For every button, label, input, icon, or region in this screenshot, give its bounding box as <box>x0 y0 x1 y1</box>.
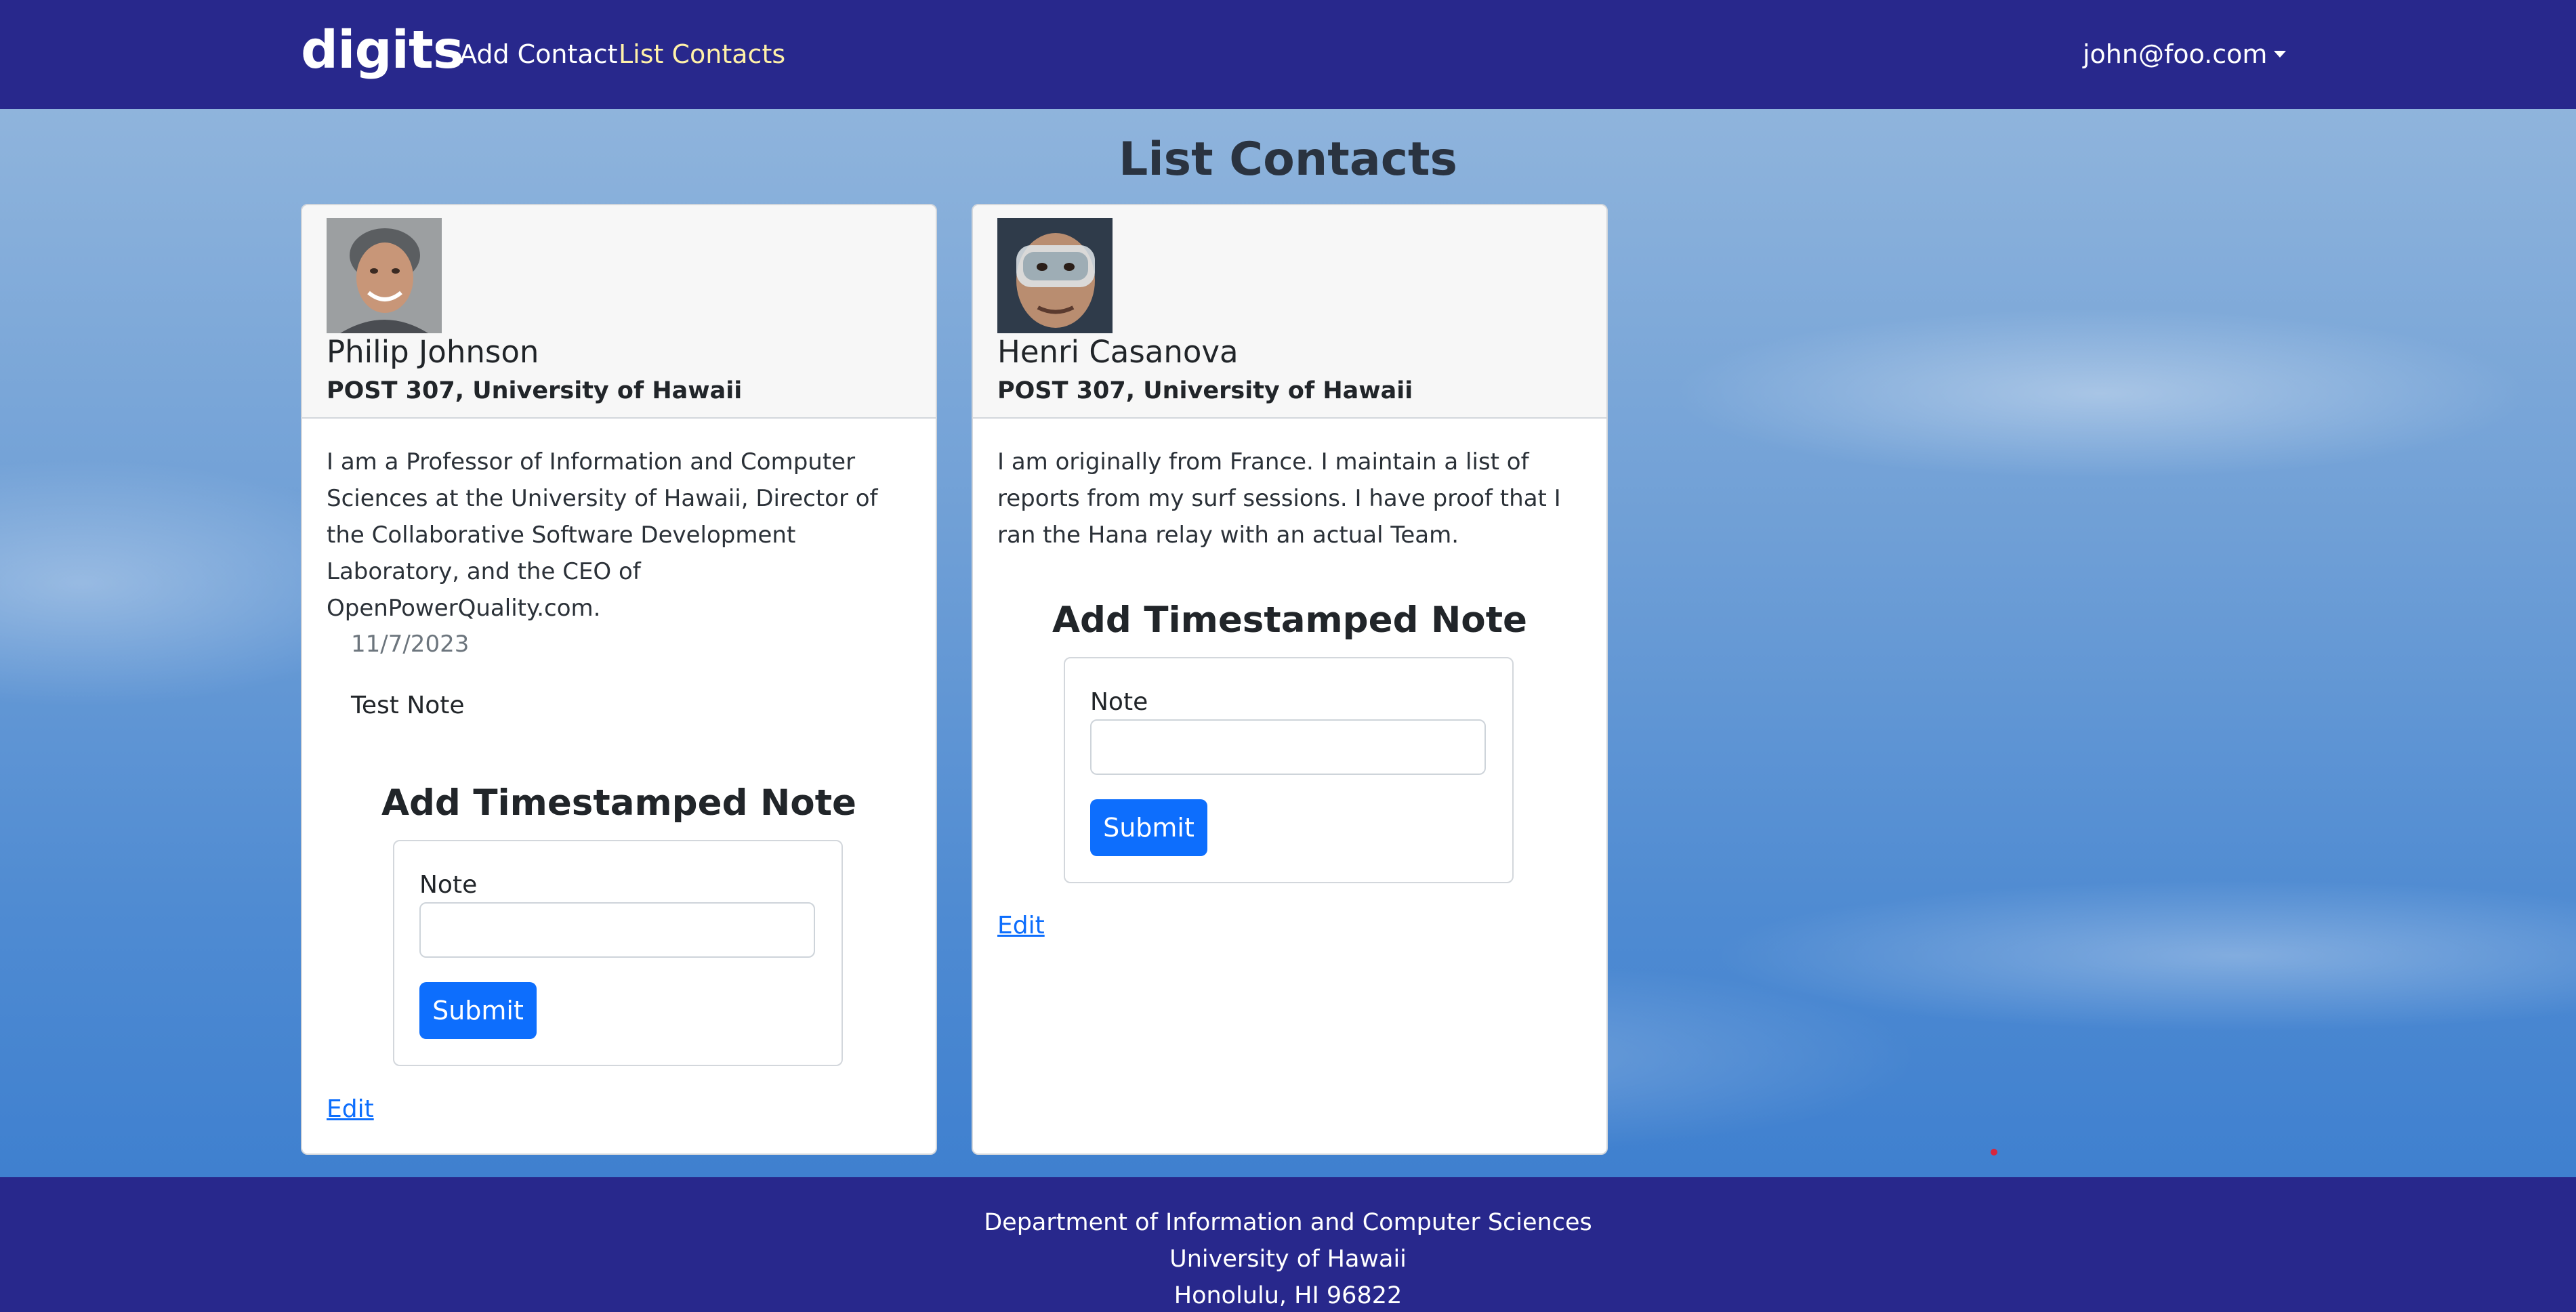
add-note-form: Note Submit <box>1064 657 1514 883</box>
user-email: john@foo.com <box>2083 39 2268 69</box>
cursor-dot <box>1991 1149 1997 1156</box>
navbar: digits Add Contact List Contacts john@fo… <box>0 0 2576 109</box>
edit-link[interactable]: Edit <box>997 912 1045 939</box>
add-note-heading: Add Timestamped Note <box>1052 599 1528 641</box>
note-field-label: Note <box>419 871 478 899</box>
note-input[interactable] <box>1090 719 1486 775</box>
submit-button[interactable]: Submit <box>1090 799 1207 856</box>
contact-card: Henri Casanova POST 307, University of H… <box>972 204 1608 1155</box>
avatar <box>327 218 442 333</box>
footer-address: Department of Information and Computer S… <box>0 1204 2576 1312</box>
nav-list-contacts[interactable]: List Contacts <box>619 39 785 69</box>
caret-down-icon <box>2274 51 2287 58</box>
card-header: Philip Johnson POST 307, University of H… <box>302 205 936 419</box>
add-note-form: Note Submit <box>393 840 843 1066</box>
contact-address: POST 307, University of Hawaii <box>327 377 743 404</box>
note-field-label: Note <box>1090 688 1148 716</box>
note-input[interactable] <box>419 902 815 958</box>
contact-name: Philip Johnson <box>327 334 539 370</box>
user-dropdown[interactable]: john@foo.com <box>2083 39 2287 69</box>
submit-button[interactable]: Submit <box>419 982 537 1039</box>
nav-add-contact[interactable]: Add Contact <box>459 39 618 69</box>
footer-line-department: Department of Information and Computer S… <box>984 1209 1592 1236</box>
contact-name: Henri Casanova <box>997 334 1239 370</box>
footer-line-university: University of Hawaii <box>1169 1246 1407 1273</box>
add-note-heading: Add Timestamped Note <box>381 782 857 824</box>
note-text: Test Note <box>351 692 465 719</box>
card-header: Henri Casanova POST 307, University of H… <box>973 205 1606 419</box>
avatar <box>997 218 1113 333</box>
contact-description: I am originally from France. I maintain … <box>997 448 1561 549</box>
contact-address: POST 307, University of Hawaii <box>997 377 1413 404</box>
brand-logo[interactable]: digits <box>301 20 464 81</box>
contact-description: I am a Professor of Information and Comp… <box>327 448 878 622</box>
contact-card: Philip Johnson POST 307, University of H… <box>301 204 937 1155</box>
footer: Department of Information and Computer S… <box>0 1177 2576 1312</box>
page-title: List Contacts <box>1118 133 1457 186</box>
edit-link[interactable]: Edit <box>327 1095 374 1123</box>
footer-line-city: Honolulu, HI 96822 <box>1173 1282 1403 1309</box>
note-timestamp: 11/7/2023 <box>351 631 470 658</box>
